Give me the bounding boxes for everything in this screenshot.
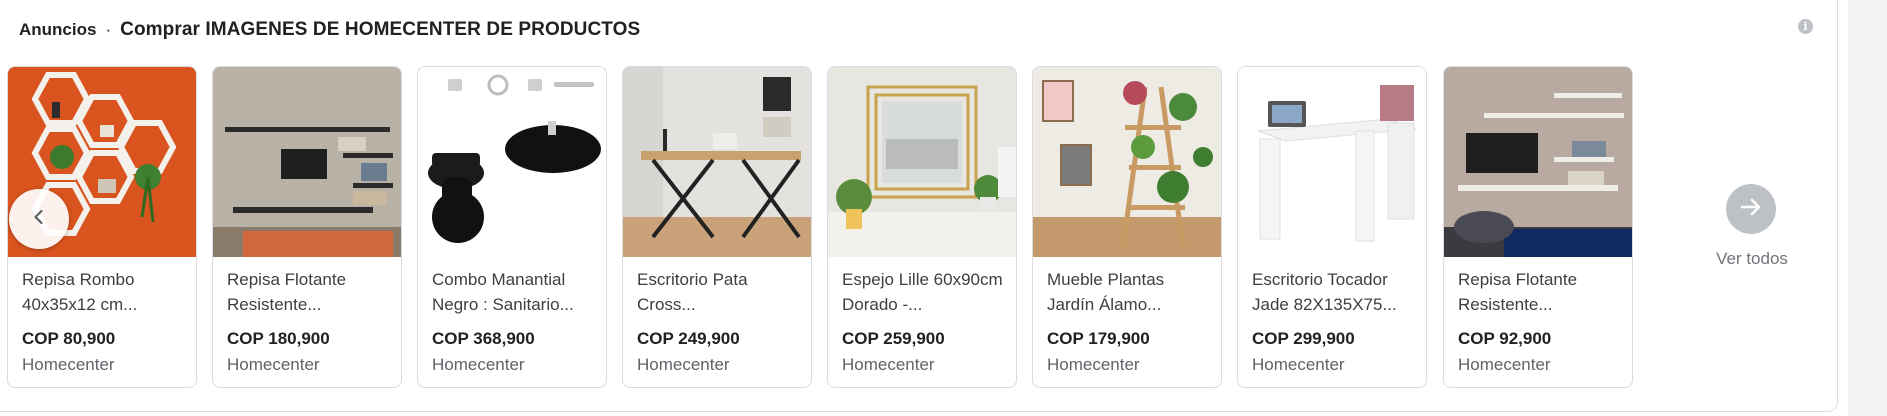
ads-label: Anuncios <box>19 20 97 39</box>
ads-header: Anuncios · Comprar IMAGENES DE HOMECENTE… <box>19 17 640 43</box>
product-card[interactable]: Repisa Flotante Resistente... COP 180,90… <box>212 66 402 388</box>
see-all-link[interactable]: Ver todos <box>1702 249 1802 269</box>
product-card[interactable]: Combo Manantial Negro : Sanitario... COP… <box>417 66 607 388</box>
product-image[interactable] <box>1444 67 1632 257</box>
product-card[interactable]: Repisa Flotante Resistente... COP 92,900… <box>1443 66 1633 388</box>
product-seller: Homecenter <box>1458 355 1551 374</box>
product-image[interactable] <box>828 67 1016 257</box>
product-title[interactable]: Repisa Flotante Resistente... <box>1458 267 1620 317</box>
product-price: COP 299,900 <box>1252 329 1355 348</box>
product-image[interactable] <box>623 67 811 257</box>
product-card[interactable]: Escritorio Pata Cross... COP 249,900 Hom… <box>622 66 812 388</box>
product-title[interactable]: Repisa Rombo 40x35x12 cm... <box>22 267 184 317</box>
arrow-right-icon <box>1738 194 1764 225</box>
product-seller: Homecenter <box>637 355 730 374</box>
product-seller: Homecenter <box>227 355 320 374</box>
product-image[interactable] <box>213 67 401 257</box>
product-image[interactable] <box>418 67 606 257</box>
product-price: COP 80,900 <box>22 329 116 348</box>
product-card[interactable]: Espejo Lille 60x90cm Dorado -... COP 259… <box>827 66 1017 388</box>
product-title[interactable]: Espejo Lille 60x90cm Dorado -... <box>842 267 1004 317</box>
info-icon[interactable]: i <box>1798 19 1813 34</box>
product-price: COP 368,900 <box>432 329 535 348</box>
product-price: COP 180,900 <box>227 329 330 348</box>
product-image[interactable] <box>1033 67 1221 257</box>
product-price: COP 259,900 <box>842 329 945 348</box>
product-image[interactable] <box>1238 67 1426 257</box>
product-card[interactable]: Escritorio Tocador Jade 82X135X75... COP… <box>1237 66 1427 388</box>
header-separator: · <box>105 20 112 39</box>
product-title[interactable]: Escritorio Pata Cross... <box>637 267 799 317</box>
product-title[interactable]: Combo Manantial Negro : Sanitario... <box>432 267 594 317</box>
product-title[interactable]: Repisa Flotante Resistente... <box>227 267 389 317</box>
product-seller: Homecenter <box>1047 355 1140 374</box>
product-title[interactable]: Escritorio Tocador Jade 82X135X75... <box>1252 267 1414 317</box>
page-scrollbar-gutter <box>1848 0 1887 416</box>
product-price: COP 179,900 <box>1047 329 1150 348</box>
ads-title: Comprar IMAGENES DE HOMECENTER DE PRODUC… <box>120 19 641 40</box>
product-seller: Homecenter <box>432 355 525 374</box>
product-price: COP 249,900 <box>637 329 740 348</box>
product-seller: Homecenter <box>22 355 115 374</box>
product-seller: Homecenter <box>842 355 935 374</box>
product-seller: Homecenter <box>1252 355 1345 374</box>
chevron-left-icon <box>30 208 48 231</box>
product-price: COP 92,900 <box>1458 329 1552 348</box>
product-title[interactable]: Mueble Plantas Jardín Álamo... <box>1047 267 1209 317</box>
product-card[interactable]: Mueble Plantas Jardín Álamo... COP 179,9… <box>1032 66 1222 388</box>
carousel-prev-button[interactable] <box>9 189 69 249</box>
carousel-next-button[interactable] <box>1726 184 1776 234</box>
